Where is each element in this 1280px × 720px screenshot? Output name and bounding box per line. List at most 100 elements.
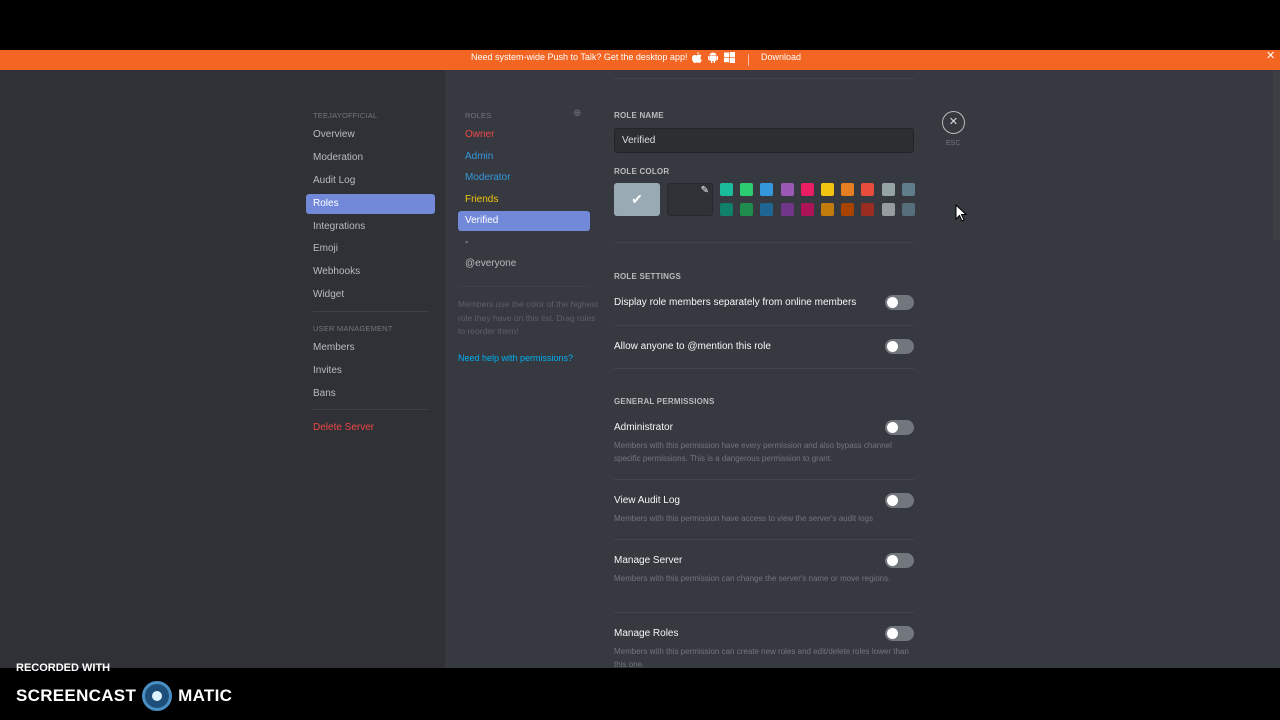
sidebar-item-members[interactable]: Members xyxy=(306,338,435,358)
color-swatch[interactable] xyxy=(780,183,794,196)
settings-sidebar: TEEJAYOFFICIAL Overview Moderation Audit… xyxy=(0,70,445,668)
setting-divider xyxy=(614,368,914,369)
notice-message: Need system-wide Push to Talk? Get the d… xyxy=(471,52,688,62)
sidebar-divider xyxy=(313,311,429,312)
perm-manage-server-toggle[interactable] xyxy=(885,553,914,568)
perm-manage-server-desc: Members with this permission can change … xyxy=(614,574,891,583)
color-swatch[interactable] xyxy=(901,183,915,196)
brand-right-text: MATIC xyxy=(178,686,233,705)
color-swatch[interactable] xyxy=(841,183,855,196)
browser-top-strip xyxy=(0,0,1280,50)
sidebar-divider xyxy=(313,409,429,410)
perm-manage-roles-label: Manage Roles xyxy=(614,628,679,639)
editor-top-divider xyxy=(614,78,914,79)
sidebar-item-widget[interactable]: Widget xyxy=(306,285,435,305)
roles-header: ROLES xyxy=(465,111,492,120)
sidebar-item-roles[interactable]: Roles xyxy=(306,194,435,214)
close-notice-icon[interactable]: ✕ xyxy=(1266,50,1275,62)
setting-display-separately-label: Display role members separately from onl… xyxy=(614,297,857,308)
role-item-dash[interactable]: - xyxy=(458,233,590,253)
sidebar-item-webhooks[interactable]: Webhooks xyxy=(306,262,435,282)
role-settings-label: ROLE SETTINGS xyxy=(614,272,682,281)
apple-icon[interactable] xyxy=(692,52,702,63)
recorded-with-label: RECORDED WITH xyxy=(16,662,111,674)
setting-display-separately-toggle[interactable] xyxy=(885,295,914,310)
perm-administrator-label: Administrator xyxy=(614,422,673,433)
add-role-icon[interactable]: ⊕ xyxy=(573,108,581,119)
setting-mentionable-label: Allow anyone to @mention this role xyxy=(614,341,771,352)
server-name-header: TEEJAYOFFICIAL xyxy=(313,111,378,120)
windows-icon[interactable] xyxy=(724,52,735,63)
role-name-label: ROLE NAME xyxy=(614,111,664,120)
sidebar-item-bans[interactable]: Bans xyxy=(306,384,435,404)
role-color-label: ROLE COLOR xyxy=(614,167,670,176)
role-item-verified[interactable]: Verified xyxy=(458,211,590,231)
perm-divider xyxy=(614,479,914,480)
roles-divider xyxy=(458,286,590,287)
color-swatch[interactable] xyxy=(740,203,754,216)
color-swatch[interactable] xyxy=(720,183,733,196)
sidebar-item-overview[interactable]: Overview xyxy=(306,125,435,145)
color-swatch[interactable] xyxy=(720,203,733,216)
color-divider xyxy=(614,242,914,243)
color-swatch[interactable] xyxy=(800,183,814,196)
setting-divider xyxy=(614,325,914,326)
notice-separator xyxy=(748,54,749,66)
perm-manage-roles-toggle[interactable] xyxy=(885,626,914,641)
role-item-admin[interactable]: Admin xyxy=(458,147,590,167)
roles-hint: Members use the color of the highest rol… xyxy=(458,299,598,336)
color-swatch[interactable] xyxy=(861,183,875,196)
sidebar-item-invites[interactable]: Invites xyxy=(306,361,435,381)
delete-server-button[interactable]: Delete Server xyxy=(306,418,435,438)
android-icon[interactable] xyxy=(708,52,718,63)
sidebar-item-moderation[interactable]: Moderation xyxy=(306,148,435,168)
user-management-header: USER MANAGEMENT xyxy=(313,324,393,333)
role-item-everyone[interactable]: @everyone xyxy=(458,254,590,274)
download-link[interactable]: Download xyxy=(761,51,801,63)
perm-administrator-toggle[interactable] xyxy=(885,420,914,435)
color-swatch[interactable] xyxy=(881,183,895,196)
role-item-owner[interactable]: Owner xyxy=(458,125,590,145)
permissions-help-link[interactable]: Need help with permissions? xyxy=(458,353,573,363)
record-dot-icon xyxy=(142,681,173,711)
close-settings-icon[interactable]: ✕ xyxy=(942,111,965,134)
color-swatch[interactable] xyxy=(800,203,814,216)
sidebar-item-emoji[interactable]: Emoji xyxy=(306,239,435,259)
perm-divider xyxy=(614,539,914,540)
color-swatch[interactable] xyxy=(780,203,794,216)
screencast-matic-logo: SCREENCAST MATIC xyxy=(16,681,232,711)
scrollbar-thumb[interactable] xyxy=(1273,70,1280,240)
sidebar-item-audit-log[interactable]: Audit Log xyxy=(306,171,435,191)
perm-audit-log-toggle[interactable] xyxy=(885,493,914,508)
color-swatch[interactable] xyxy=(841,203,855,216)
perm-audit-log-label: View Audit Log xyxy=(614,495,680,506)
setting-mentionable-toggle[interactable] xyxy=(885,339,914,354)
perm-manage-server-label: Manage Server xyxy=(614,555,683,566)
role-item-friends[interactable]: Friends xyxy=(458,190,590,210)
role-name-input[interactable]: Verified xyxy=(614,128,914,153)
perm-audit-log-desc: Members with this permission have access… xyxy=(614,514,873,523)
general-permissions-label: GENERAL PERMISSIONS xyxy=(614,397,715,406)
color-swatch[interactable] xyxy=(740,183,754,196)
esc-label: ESC xyxy=(946,140,961,147)
perm-administrator-desc: Members with this permission have every … xyxy=(614,441,892,463)
color-swatch[interactable] xyxy=(881,203,895,216)
color-swatch[interactable] xyxy=(861,203,875,216)
color-swatch[interactable] xyxy=(821,203,834,216)
eyedropper-icon: ✎ xyxy=(700,185,709,196)
brand-left-text: SCREENCAST xyxy=(16,686,137,705)
platform-icons xyxy=(692,52,735,63)
color-swatch[interactable] xyxy=(760,203,774,216)
notice-bar: Need system-wide Push to Talk? Get the d… xyxy=(0,50,1280,70)
server-settings: TEEJAYOFFICIAL Overview Moderation Audit… xyxy=(0,70,1280,669)
check-icon: ✔ xyxy=(631,191,643,207)
custom-color-swatch[interactable]: ✎ xyxy=(667,183,713,216)
sidebar-item-integrations[interactable]: Integrations xyxy=(306,217,435,237)
color-swatch[interactable] xyxy=(901,203,915,216)
default-color-swatch[interactable]: ✔ xyxy=(614,183,660,216)
perm-divider xyxy=(614,612,914,613)
color-swatch[interactable] xyxy=(821,183,834,196)
role-item-moderator[interactable]: Moderator xyxy=(458,168,590,188)
mouse-cursor-icon xyxy=(955,203,968,222)
color-swatch[interactable] xyxy=(760,183,774,196)
